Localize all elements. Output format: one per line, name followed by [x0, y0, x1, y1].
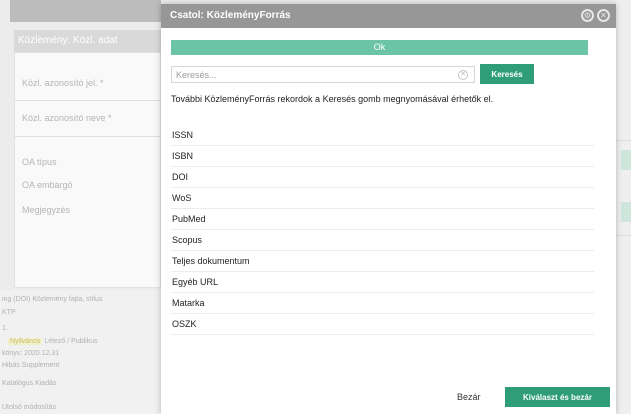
background-field-label: Megjegyzés [22, 205, 71, 215]
dialog-title: Csatol: KözleményForrás [170, 10, 291, 21]
ok-button[interactable]: Ok [171, 40, 588, 55]
close-button[interactable]: Bezár [457, 388, 481, 406]
background-divider [616, 235, 631, 236]
background-divider [616, 140, 631, 141]
background-text: könyv: 2020.12.31 [2, 350, 60, 357]
close-icon[interactable]: ✕ [597, 9, 610, 22]
background-divider [14, 100, 161, 101]
background-right-marker [621, 150, 631, 170]
background-panel-title: Közlemény: Közl. adat [14, 30, 161, 52]
background-text: Nyilvános Létező / Publikus [8, 338, 98, 345]
list-item[interactable]: WoS [171, 188, 594, 209]
background-text: Utolsó módosítás [2, 404, 57, 411]
list-item[interactable]: OSZK [171, 314, 594, 335]
clear-icon[interactable]: ✕ [458, 70, 468, 80]
background-field-label: OA embargó [22, 180, 73, 190]
background-field-label: Közl. azonosító jel. * [22, 78, 104, 88]
select-and-close-button[interactable]: Kiválaszt és bezár [505, 387, 610, 407]
list-item[interactable]: Teljes dokumentum [171, 251, 594, 272]
search-button[interactable]: Keresés [480, 64, 534, 84]
attach-source-dialog: Csatol: KözleményForrás ⚙ ✕ Ok ✕ Keresés… [161, 4, 616, 414]
background-text: ing (DOI) Közlemény fajta, stílus [2, 296, 103, 303]
list-item[interactable]: Egyéb URL [171, 272, 594, 293]
dialog-header: Csatol: KözleményForrás ⚙ ✕ [161, 4, 616, 28]
list-item[interactable]: ISSN [171, 125, 594, 146]
search-input[interactable] [171, 66, 475, 83]
info-message: További KözleményForrás rekordok a Keres… [171, 94, 494, 104]
settings-icon[interactable]: ⚙ [581, 9, 594, 22]
list-item[interactable]: ISBN [171, 146, 594, 167]
list-item[interactable]: Scopus [171, 230, 594, 251]
background-text: Katalógus Kiadás [2, 380, 57, 387]
list-item[interactable]: DOI [171, 167, 594, 188]
background-text: 1. [2, 325, 8, 332]
background-text: Létező / Publikus [44, 338, 98, 345]
background-text: Hibás Supplement [2, 362, 60, 369]
background-tag: Nyilvános [8, 338, 43, 345]
background-text: KTP [2, 309, 16, 316]
list-item[interactable]: Matarka [171, 293, 594, 314]
background-divider [14, 136, 161, 137]
background-field-label: Közl. azonosító neve * [22, 113, 112, 123]
background-topbar [10, 0, 161, 22]
background-field-label: OA típus [22, 157, 57, 167]
source-list: ISSN ISBN DOI WoS PubMed Scopus Teljes d… [171, 125, 594, 335]
list-item[interactable]: PubMed [171, 209, 594, 230]
background-right-marker [621, 202, 631, 222]
